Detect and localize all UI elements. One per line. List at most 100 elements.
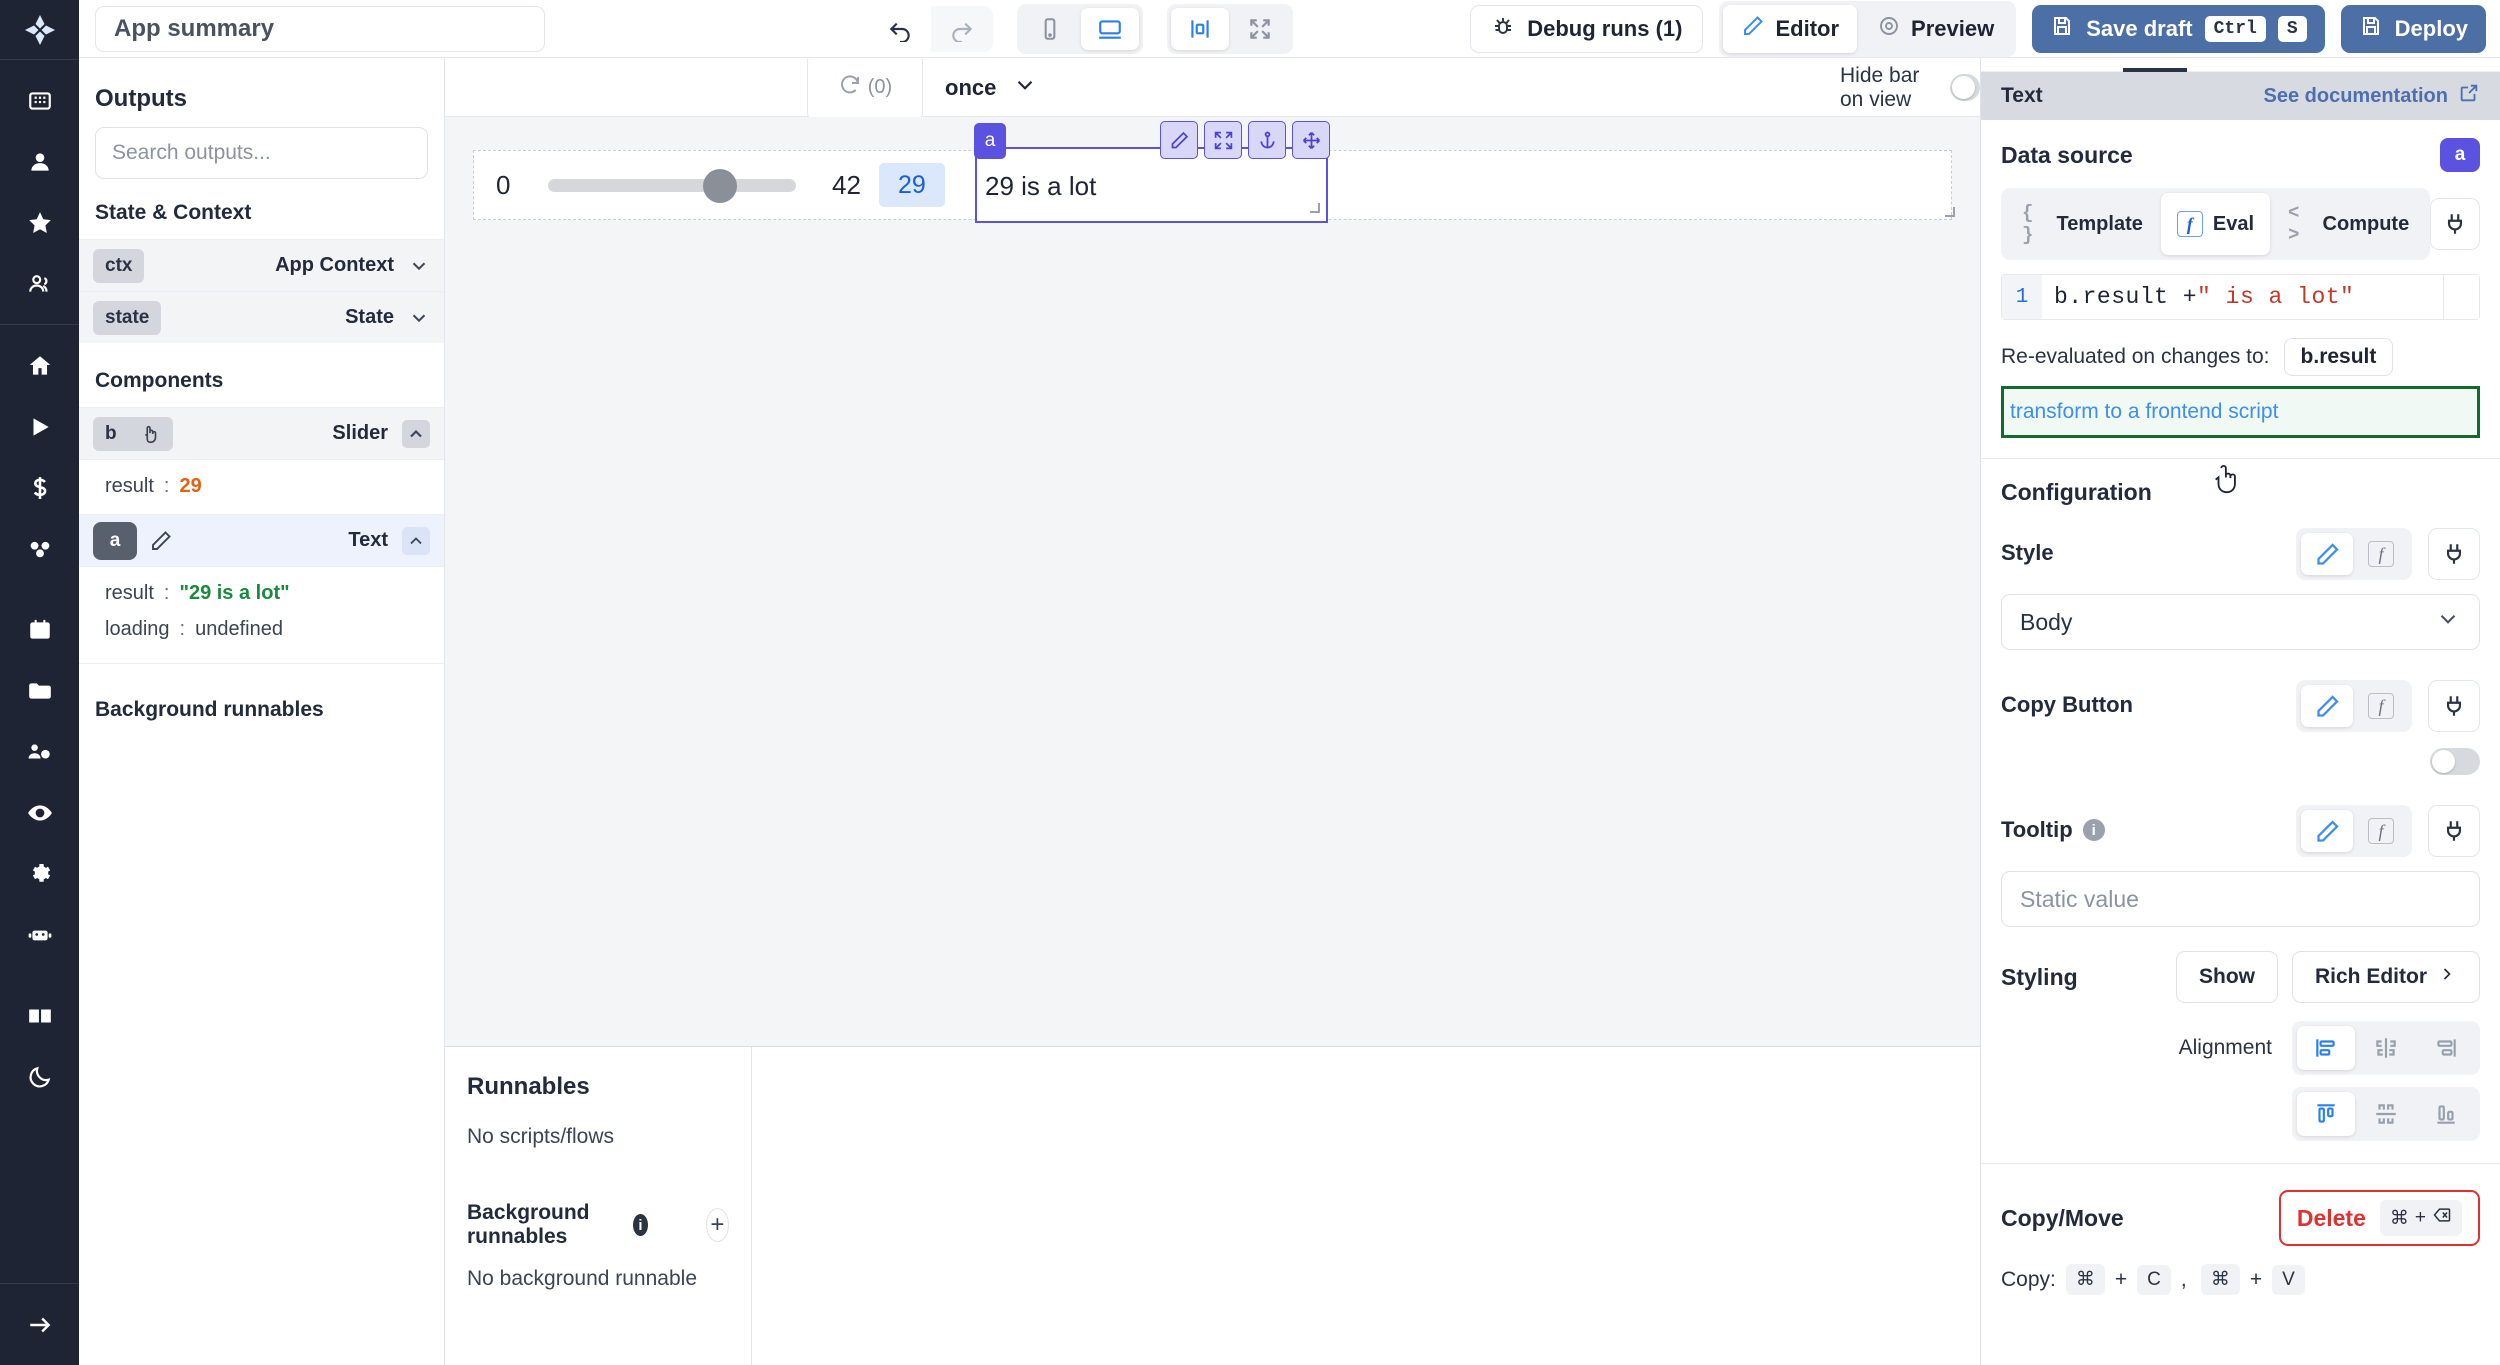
output-row-ctx[interactable]: ctx App Context [79,239,444,291]
run-mode-selector[interactable]: once [945,72,1038,103]
transform-to-frontend-script-box[interactable]: transform to a frontend script [2001,386,2480,438]
search-outputs-input[interactable] [95,127,428,179]
align-right-icon[interactable] [2417,1026,2475,1070]
component-row-b[interactable]: b Slider [79,407,444,459]
copy-button-connect-button[interactable] [2428,680,2480,732]
tooltip-edit-button[interactable] [2301,810,2353,852]
style-edit-button[interactable] [2301,533,2353,575]
home-icon[interactable] [0,335,79,396]
eye-icon[interactable] [0,782,79,843]
preview-tab[interactable]: Preview [1859,5,2012,53]
style-eval-button[interactable]: f [2355,533,2407,575]
copy-kbd-plus: + [2115,1268,2127,1292]
copy-button-eval-button[interactable]: f [2355,685,2407,727]
group-settings-icon[interactable] [0,721,79,782]
edit-handle-icon[interactable] [1160,121,1198,159]
delete-button[interactable]: Delete ⌘ + [2279,1190,2480,1246]
paste-kbd-v: V [2272,1265,2305,1295]
chevron-up-icon[interactable] [402,420,430,448]
transform-to-frontend-script-link[interactable]: transform to a frontend script [2010,400,2278,424]
redo-icon[interactable] [931,6,993,52]
arrow-right-icon[interactable] [0,1294,79,1355]
delete-label: Delete [2297,1205,2366,1232]
app-title-input[interactable] [95,6,545,52]
code-icon: < > [2288,202,2313,246]
gear-icon[interactable] [0,843,79,904]
slider-thumb[interactable] [703,169,737,203]
star-icon[interactable] [0,192,79,253]
pointer-hand-icon [139,423,161,445]
hide-bar-toggle[interactable] [1950,74,1980,101]
save-draft-button[interactable]: Save draft Ctrl S [2032,5,2324,53]
move-handle-icon[interactable] [1292,121,1330,159]
deploy-button[interactable]: Deploy [2341,5,2486,53]
logo-icon[interactable] [0,0,79,59]
code-content[interactable]: b.result + " is a lot" [2042,275,2443,319]
hide-bar-on-view-control[interactable]: Hide bar on view [1840,64,1980,112]
mode-eval-button[interactable]: f Eval [2161,193,2270,255]
undo-icon[interactable] [869,6,931,52]
expand-icon[interactable] [1231,8,1289,50]
expand-handle-icon[interactable] [1204,121,1242,159]
app-canvas[interactable]: 0 42 29 29 is a lot a [445,117,1980,1047]
align-top-icon[interactable] [2297,1092,2355,1136]
copy-button-toggle[interactable] [2430,748,2480,775]
chevron-up-icon[interactable] [402,527,430,555]
slider-control[interactable]: 0 42 29 [474,163,974,207]
slider-resize-handle[interactable] [1945,207,1955,217]
align-bottom-icon[interactable] [2417,1092,2475,1136]
styling-show-button[interactable]: Show [2176,951,2278,1003]
eval-code-editor[interactable]: 1 b.result + " is a lot" [2001,274,2480,320]
data-source-mode-segment: { } Template f Eval < > Compute [2001,188,2430,260]
chevron-down-icon[interactable] [408,255,430,277]
dollar-icon[interactable] [0,457,79,518]
user-icon[interactable] [0,131,79,192]
folder-icon[interactable] [0,660,79,721]
anchor-handle-icon[interactable] [1248,121,1286,159]
mode-compute-button[interactable]: < > Compute [2272,193,2425,255]
copy-button-edit-button[interactable] [2301,685,2353,727]
align-left-icon[interactable] [2297,1026,2355,1070]
tooltip-connect-button[interactable] [2428,805,2480,857]
info-icon[interactable]: i [633,1214,648,1236]
connect-plug-button[interactable] [2430,198,2480,250]
mode-template-button[interactable]: { } Template [2006,193,2159,255]
tooltip-input[interactable]: Static value [2001,871,2480,927]
editor-tab[interactable]: Editor [1723,5,1857,53]
style-connect-button[interactable] [2428,528,2480,580]
moon-icon[interactable] [0,1046,79,1107]
backspace-icon [2432,1205,2452,1231]
add-background-runnable-button[interactable]: + [706,1208,729,1242]
calculator-icon[interactable] [0,70,79,131]
slider-track[interactable] [548,179,796,192]
center-align-icon[interactable] [1171,8,1229,50]
info-icon[interactable]: i [2083,819,2105,841]
component-a-badge[interactable]: a [974,123,1006,159]
style-select[interactable]: Body [2001,594,2480,650]
pencil-icon[interactable] [149,529,173,553]
users-icon[interactable] [0,253,79,314]
tooltip-eval-button[interactable]: f [2355,810,2407,852]
mobile-view-icon[interactable] [1021,8,1079,50]
align-middle-icon[interactable] [2357,1092,2415,1136]
text-resize-handle[interactable] [1310,203,1320,213]
slider-value-display[interactable]: 29 [879,163,945,207]
function-icon: f [2368,541,2394,567]
robot-icon[interactable] [0,904,79,965]
calendar-icon[interactable] [0,599,79,660]
chevron-down-icon[interactable] [408,307,430,329]
see-documentation-link[interactable]: See documentation [2264,82,2480,110]
code-expression: b.result + [2054,284,2197,310]
desktop-view-icon[interactable] [1081,8,1139,50]
play-icon[interactable] [0,396,79,457]
rich-editor-button[interactable]: Rich Editor [2292,951,2480,1003]
component-row-a[interactable]: a Text [79,514,444,566]
book-icon[interactable] [0,985,79,1046]
output-row-state[interactable]: state State [79,291,444,343]
paste-kbd-plus: + [2250,1268,2262,1292]
data-source-section: Data source a { } Template f Eval < > Co… [1981,120,2500,260]
puzzle-icon[interactable] [0,518,79,579]
debug-runs-button[interactable]: Debug runs (1) [1470,5,1703,53]
align-center-icon[interactable] [2357,1026,2415,1070]
refresh-runs-button[interactable]: (0) [807,53,923,121]
